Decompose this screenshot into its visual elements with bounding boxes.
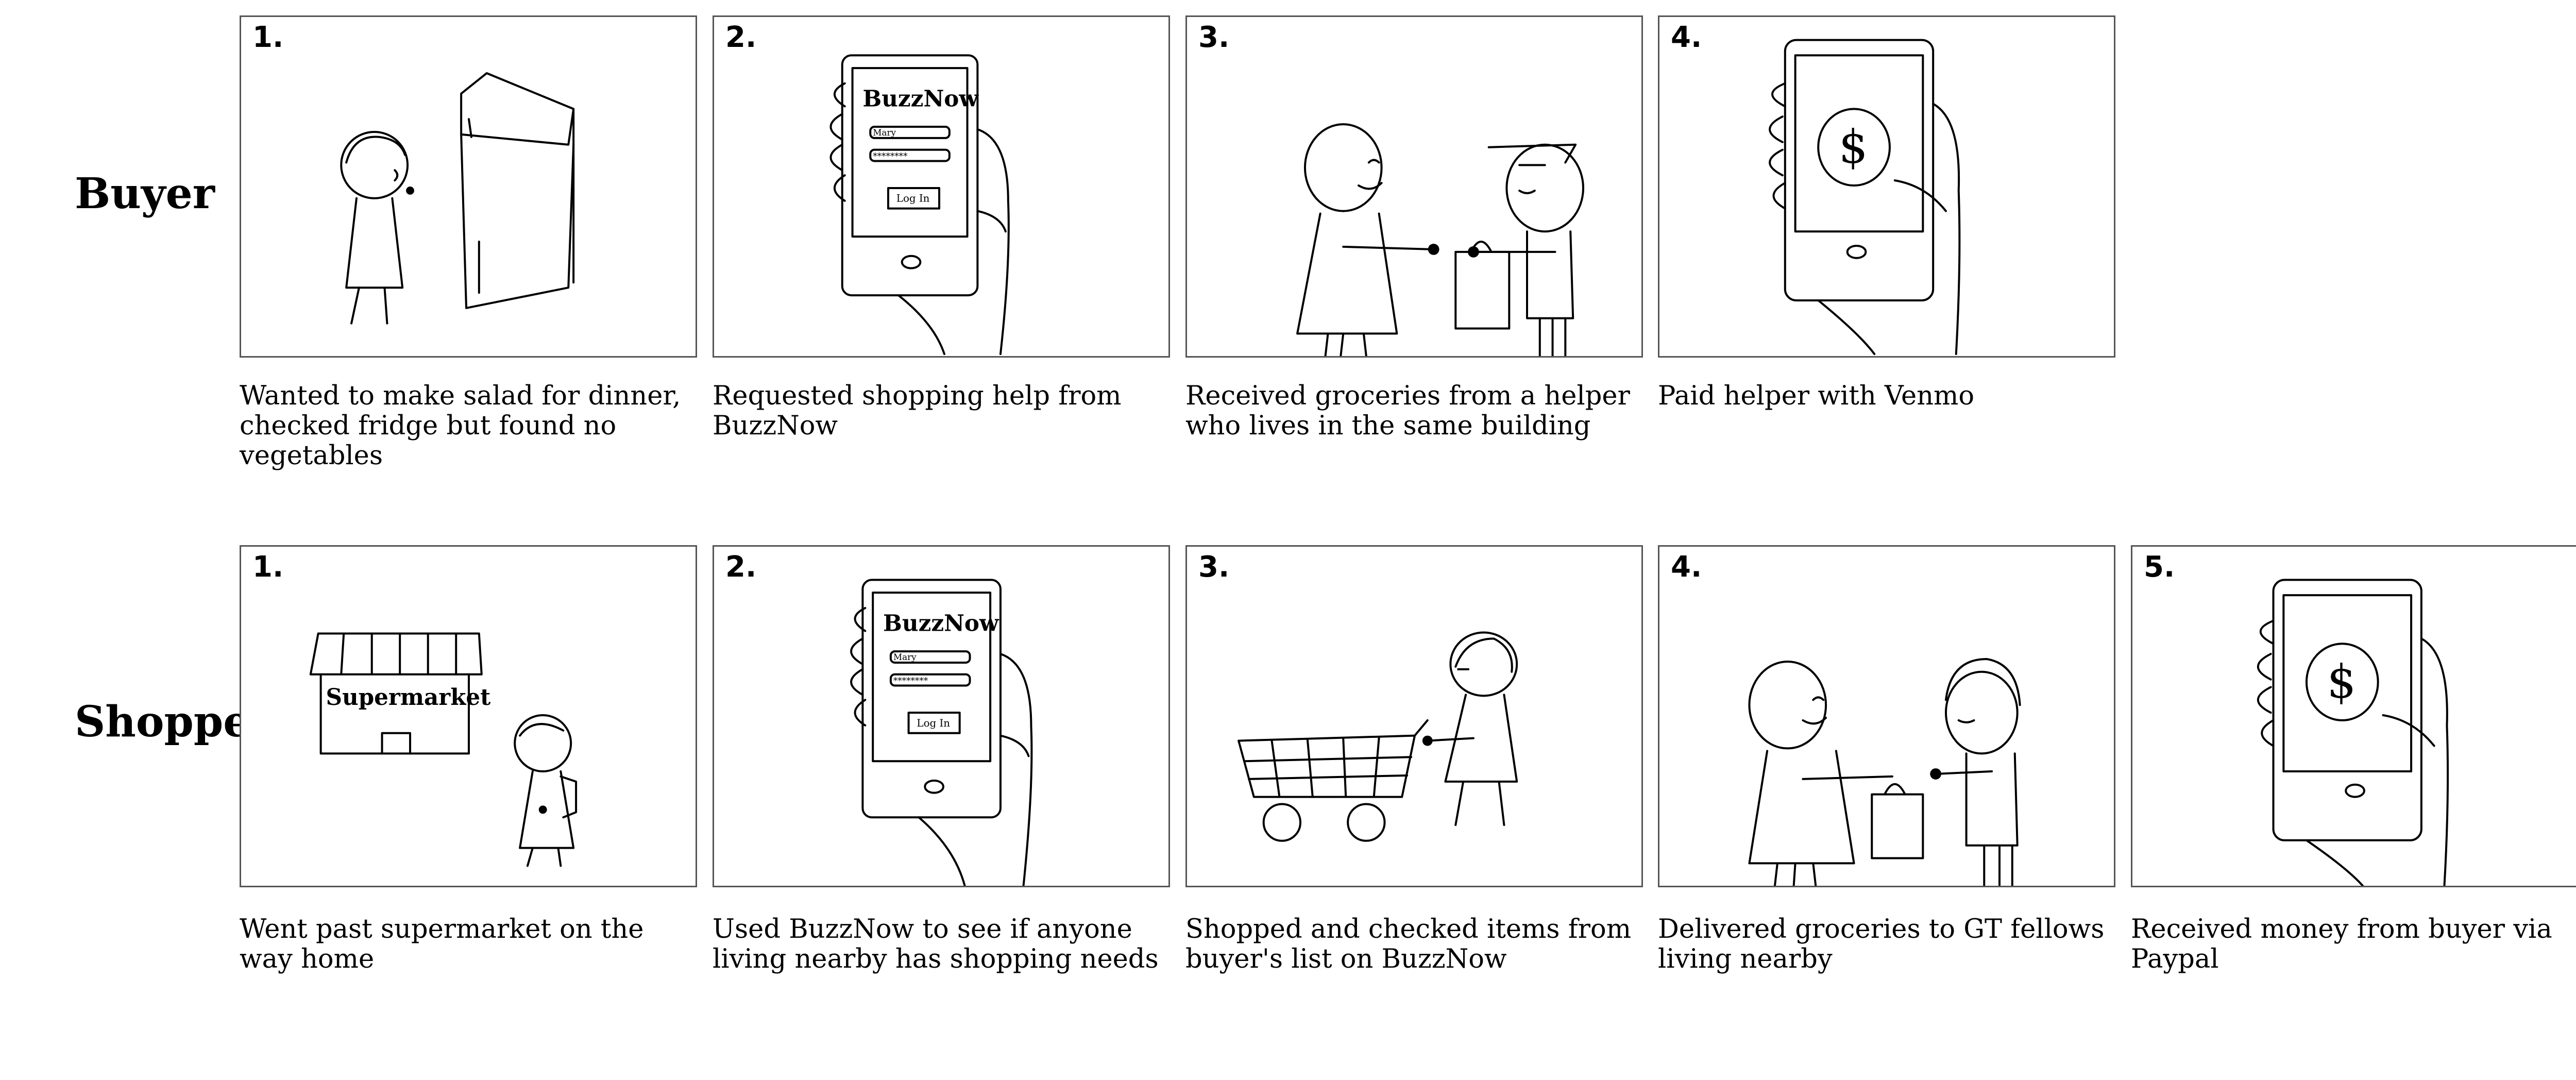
buyer-caption-3: Received groceries from a helper who liv…: [1185, 381, 1630, 441]
phone-payment-illustration: $: [2132, 547, 2576, 886]
grocery-bag-icon: [1455, 242, 1509, 328]
person-figure: [341, 132, 414, 324]
store-sign: Supermarket: [326, 684, 491, 711]
shopping-cart-icon: [1239, 720, 1428, 841]
password-field: ********: [873, 150, 908, 161]
phone-login-illustration: BuzzNow Mary ******** Log In: [714, 547, 1168, 886]
receiver-figure: [1297, 124, 1439, 356]
supermarket-icon: Supermarket: [311, 633, 491, 753]
dollar-icon: $: [2327, 655, 2357, 708]
walking-person-figure: [515, 715, 576, 866]
hand-icon: [831, 83, 1008, 354]
shopper-figure: [1930, 659, 2020, 886]
shopper-figure: [1422, 632, 1517, 825]
dollar-icon: $: [1839, 120, 1868, 174]
login-button-text: Log In: [896, 193, 930, 205]
phone-login-illustration: BuzzNow Mary ******** Log In: [714, 17, 1168, 356]
grocery-handoff-illustration: [1187, 17, 1641, 356]
buyer-panel-4: 4. $: [1658, 15, 2115, 358]
helper-figure: [1468, 145, 1583, 356]
shopper-panel-4: 4.: [1658, 545, 2115, 887]
grocery-delivery-illustration: [1659, 547, 2114, 886]
hand-icon: [851, 608, 1031, 886]
shopper-caption-2: Used BuzzNow to see if anyone living nea…: [713, 914, 1159, 974]
supermarket-walk-illustration: Supermarket: [241, 547, 696, 886]
shopper-panel-3: 3.: [1185, 545, 1643, 887]
username-field: Mary: [873, 127, 896, 138]
fridge-icon: [461, 73, 573, 308]
row-label-buyer: Buyer: [75, 169, 215, 218]
app-name: BuzzNow: [883, 611, 999, 637]
buyer-caption-4: Paid helper with Venmo: [1658, 381, 1975, 411]
username-field: Mary: [893, 652, 917, 662]
password-field: ********: [893, 676, 928, 686]
grocery-bag-icon: [1872, 784, 1923, 858]
shopper-caption-4: Delivered groceries to GT fellows living…: [1658, 914, 2105, 974]
buyer-panel-2: 2. BuzzNow Mary ******** Log In: [713, 15, 1170, 358]
phone-payment-illustration: $: [1659, 17, 2114, 356]
person-at-fridge-illustration: [241, 17, 696, 356]
shopper-panel-5: 5. $: [2131, 545, 2576, 887]
shopper-caption-5: Received money from buyer via Paypal: [2131, 914, 2552, 974]
buyer-panel-1: 1.: [240, 15, 697, 358]
shopper-panel-2: 2. BuzzNow Mary ******** Log In: [713, 545, 1170, 887]
login-button-text: Log In: [917, 717, 950, 729]
shopper-panel-1: 1. Supermarket: [240, 545, 697, 887]
buyer-caption-2: Requested shopping help from BuzzNow: [713, 381, 1122, 441]
shopper-caption-3: Shopped and checked items from buyer's l…: [1185, 914, 1632, 974]
buyer-panel-3: 3.: [1185, 15, 1643, 358]
buyer-caption-1: Wanted to make salad for dinner, checked…: [240, 381, 681, 471]
app-name: BuzzNow: [862, 86, 979, 112]
shopping-cart-illustration: [1187, 547, 1641, 886]
shopper-caption-1: Went past supermarket on the way home: [240, 914, 644, 974]
